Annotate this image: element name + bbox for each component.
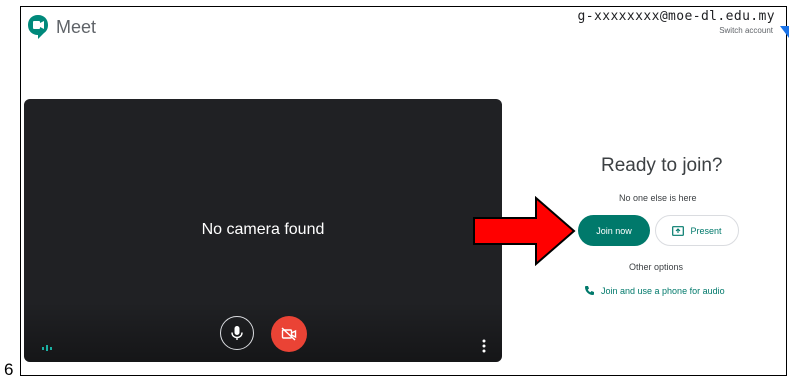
phone-audio-link[interactable]: Join and use a phone for audio (584, 285, 725, 296)
participants-status: No one else is here (619, 193, 697, 203)
camera-status-text: No camera found (201, 221, 325, 238)
more-vert-icon[interactable] (482, 339, 486, 353)
phone-audio-label: Join and use a phone for audio (601, 285, 725, 296)
present-screen-icon (672, 225, 685, 236)
camera-off-icon (281, 327, 297, 341)
present-label: Present (690, 225, 722, 236)
camera-toggle-button[interactable] (271, 316, 307, 352)
page-number: 6 (4, 360, 14, 379)
app-name: Meet (56, 17, 97, 37)
present-button[interactable]: Present (655, 215, 739, 246)
account-email: g-xxxxxxxx@moe-dl.edu.my (577, 9, 775, 24)
phone-icon (585, 286, 594, 295)
corner-decoration-icon (780, 26, 789, 38)
switch-account-link[interactable]: Switch account (719, 26, 773, 35)
meet-logo-icon (28, 15, 48, 39)
join-now-button[interactable]: Join now (578, 215, 650, 246)
video-controls-shade (24, 302, 502, 362)
microphone-toggle-button[interactable] (220, 316, 254, 350)
microphone-icon (231, 326, 243, 340)
ready-to-join-title: Ready to join? (601, 155, 723, 176)
other-options-label: Other options (629, 262, 684, 272)
red-arrow-annotation (473, 196, 576, 266)
video-preview: No camera found (24, 99, 502, 362)
audio-level-icon (42, 345, 52, 351)
